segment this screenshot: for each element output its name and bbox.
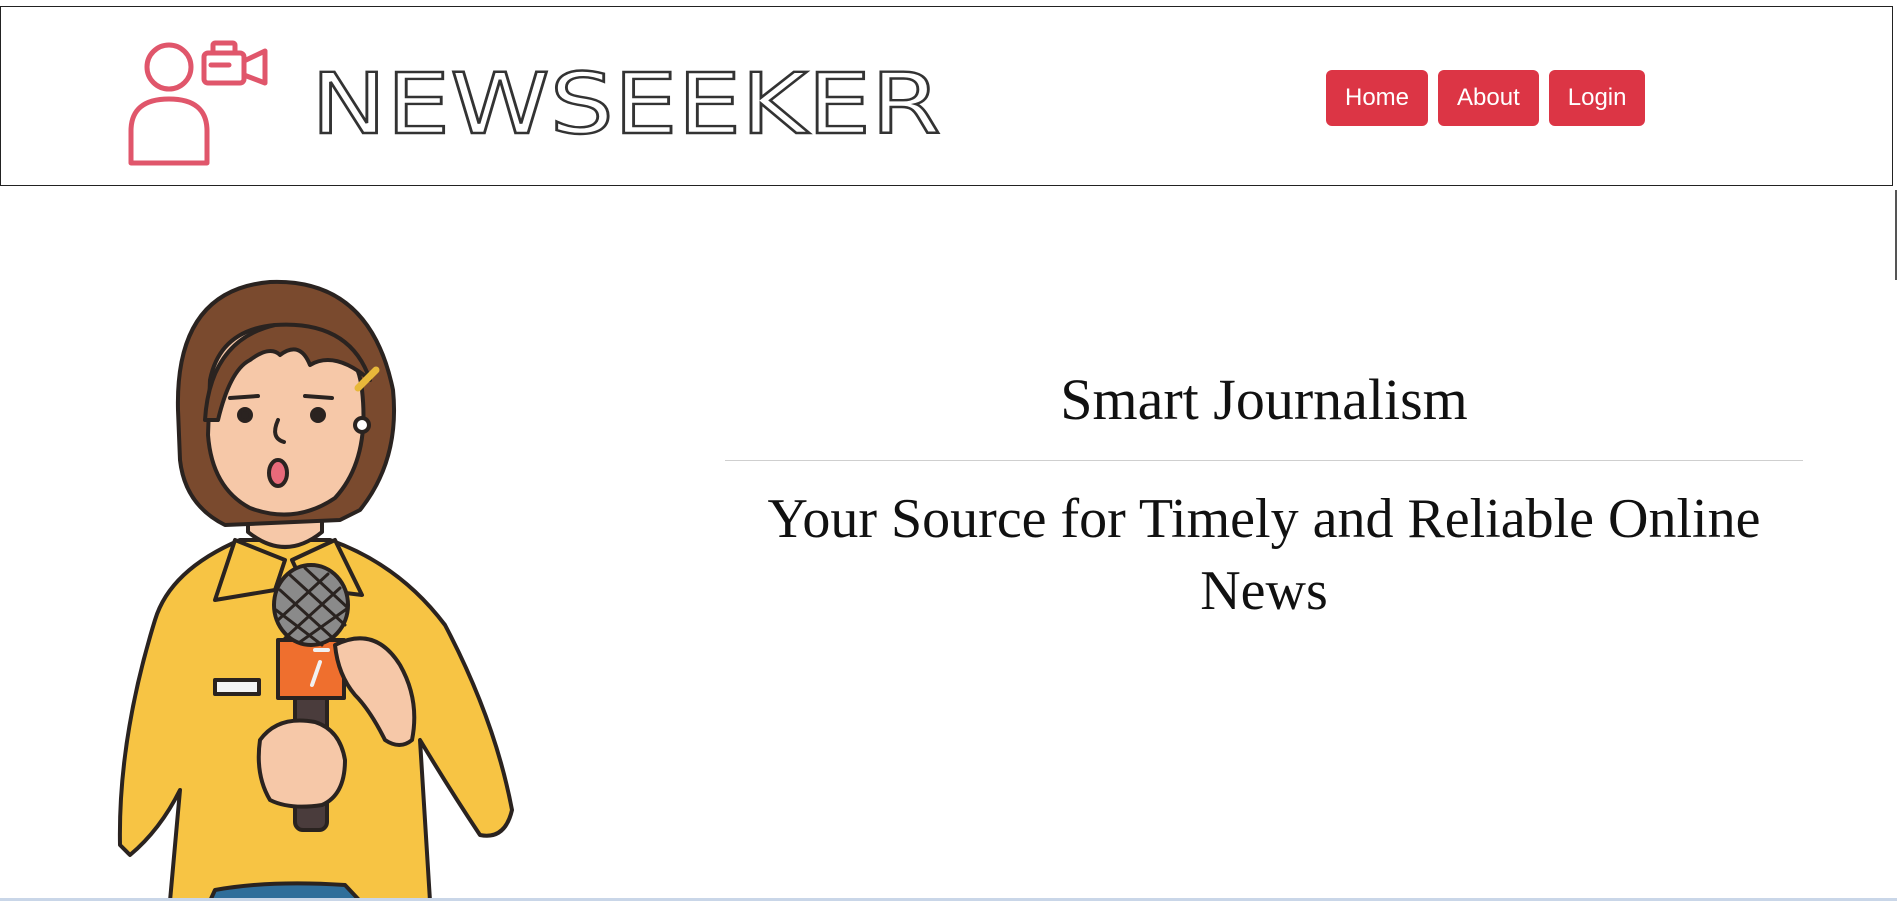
main-nav: Home About Login [1326, 70, 1646, 126]
person-camera-icon[interactable] [125, 35, 275, 167]
nav-home-button[interactable]: Home [1326, 70, 1429, 126]
page: NEWSEEKER Home About Login Smart Journal… [0, 0, 1897, 901]
reporter-illustration [117, 279, 514, 901]
brand-wordmark[interactable]: NEWSEEKER [311, 55, 951, 145]
hero-subtitle: Your Source for Timely and Reliable Onli… [767, 488, 1761, 622]
hero-title: Smart Journalism [1060, 367, 1468, 432]
hero-section: Smart Journalism Your Source for Timely … [725, 360, 1803, 627]
navbar: NEWSEEKER Home About Login [0, 6, 1893, 186]
hero-divider [725, 460, 1803, 461]
nav-about-button[interactable]: About [1438, 70, 1539, 126]
brand-name: NEWSEEKER [311, 55, 941, 145]
nav-login-button[interactable]: Login [1548, 70, 1646, 126]
